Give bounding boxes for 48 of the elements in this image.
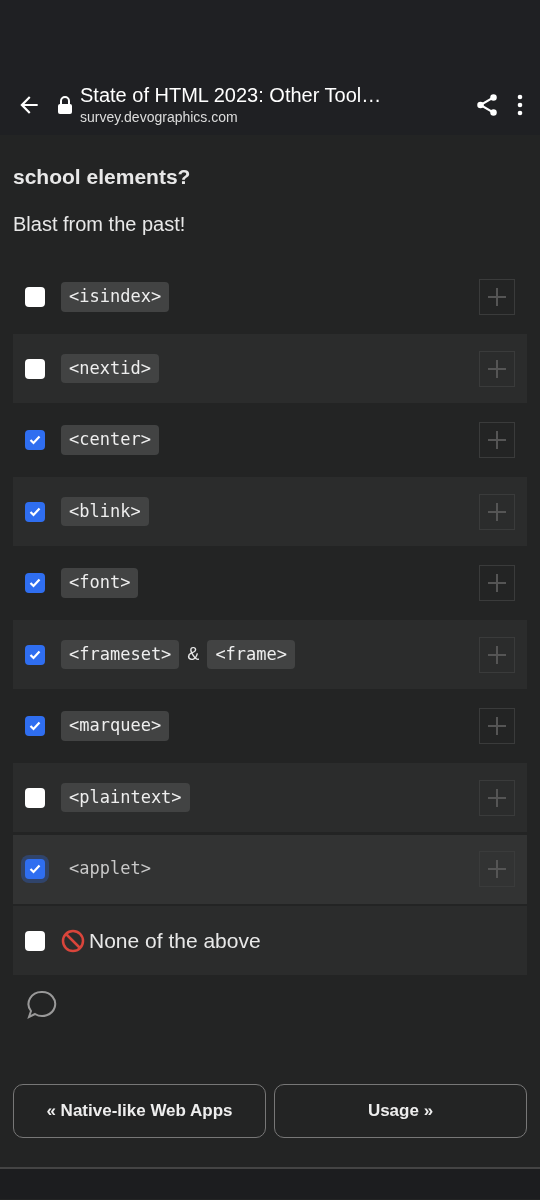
checkbox[interactable] — [25, 430, 45, 451]
checkbox[interactable] — [25, 358, 45, 379]
element-tag: <frameset> — [61, 639, 180, 670]
plus-icon — [487, 644, 507, 665]
option-label: & — [187, 643, 200, 667]
checkbox[interactable] — [25, 501, 45, 522]
option-label: None of the above — [89, 927, 261, 954]
comment-icon[interactable] — [27, 989, 57, 1020]
page-url: survey.devographics.com — [80, 107, 239, 127]
element-tag: <nextid> — [61, 353, 159, 384]
lock-icon — [58, 96, 72, 114]
element-tag: <font> — [61, 568, 139, 598]
check-icon — [29, 506, 41, 517]
element-tag: <blink> — [61, 496, 149, 527]
element-tag: <isindex> — [61, 282, 170, 312]
previous-button[interactable]: « Native-like Web Apps — [13, 1083, 266, 1138]
plus-icon — [487, 501, 507, 522]
checkbox[interactable] — [25, 287, 45, 308]
plus-icon — [487, 430, 507, 451]
check-icon — [29, 721, 41, 732]
checkbox[interactable] — [25, 644, 45, 665]
check-icon — [29, 435, 41, 446]
check-icon — [29, 649, 41, 660]
checkbox[interactable] — [25, 573, 45, 594]
check-icon — [29, 864, 41, 875]
check-icon — [29, 578, 41, 589]
element-tag: <applet> — [61, 854, 159, 884]
share-icon[interactable] — [474, 92, 500, 118]
checkbox[interactable] — [25, 787, 45, 808]
checkbox[interactable] — [25, 859, 45, 880]
element-tag: <plaintext> — [61, 782, 190, 813]
element-tag: <frame> — [207, 639, 296, 670]
plus-icon — [487, 573, 507, 594]
checkbox[interactable] — [25, 930, 45, 951]
checkbox[interactable] — [25, 716, 45, 737]
element-tag: <marquee> — [61, 711, 170, 741]
menu-icon[interactable] — [516, 94, 524, 116]
plus-icon — [487, 859, 507, 880]
page-title: State of HTML 2023: Other Tool… — [80, 82, 382, 107]
question-title: school elements? — [13, 164, 192, 190]
no-entry-icon — [61, 928, 85, 953]
plus-icon — [487, 287, 507, 308]
next-button[interactable]: Usage » — [274, 1083, 527, 1138]
plus-icon — [487, 716, 507, 737]
question-description: Blast from the past! — [13, 211, 187, 237]
element-tag: <center> — [61, 425, 159, 455]
plus-icon — [487, 787, 507, 808]
plus-icon — [487, 358, 507, 379]
